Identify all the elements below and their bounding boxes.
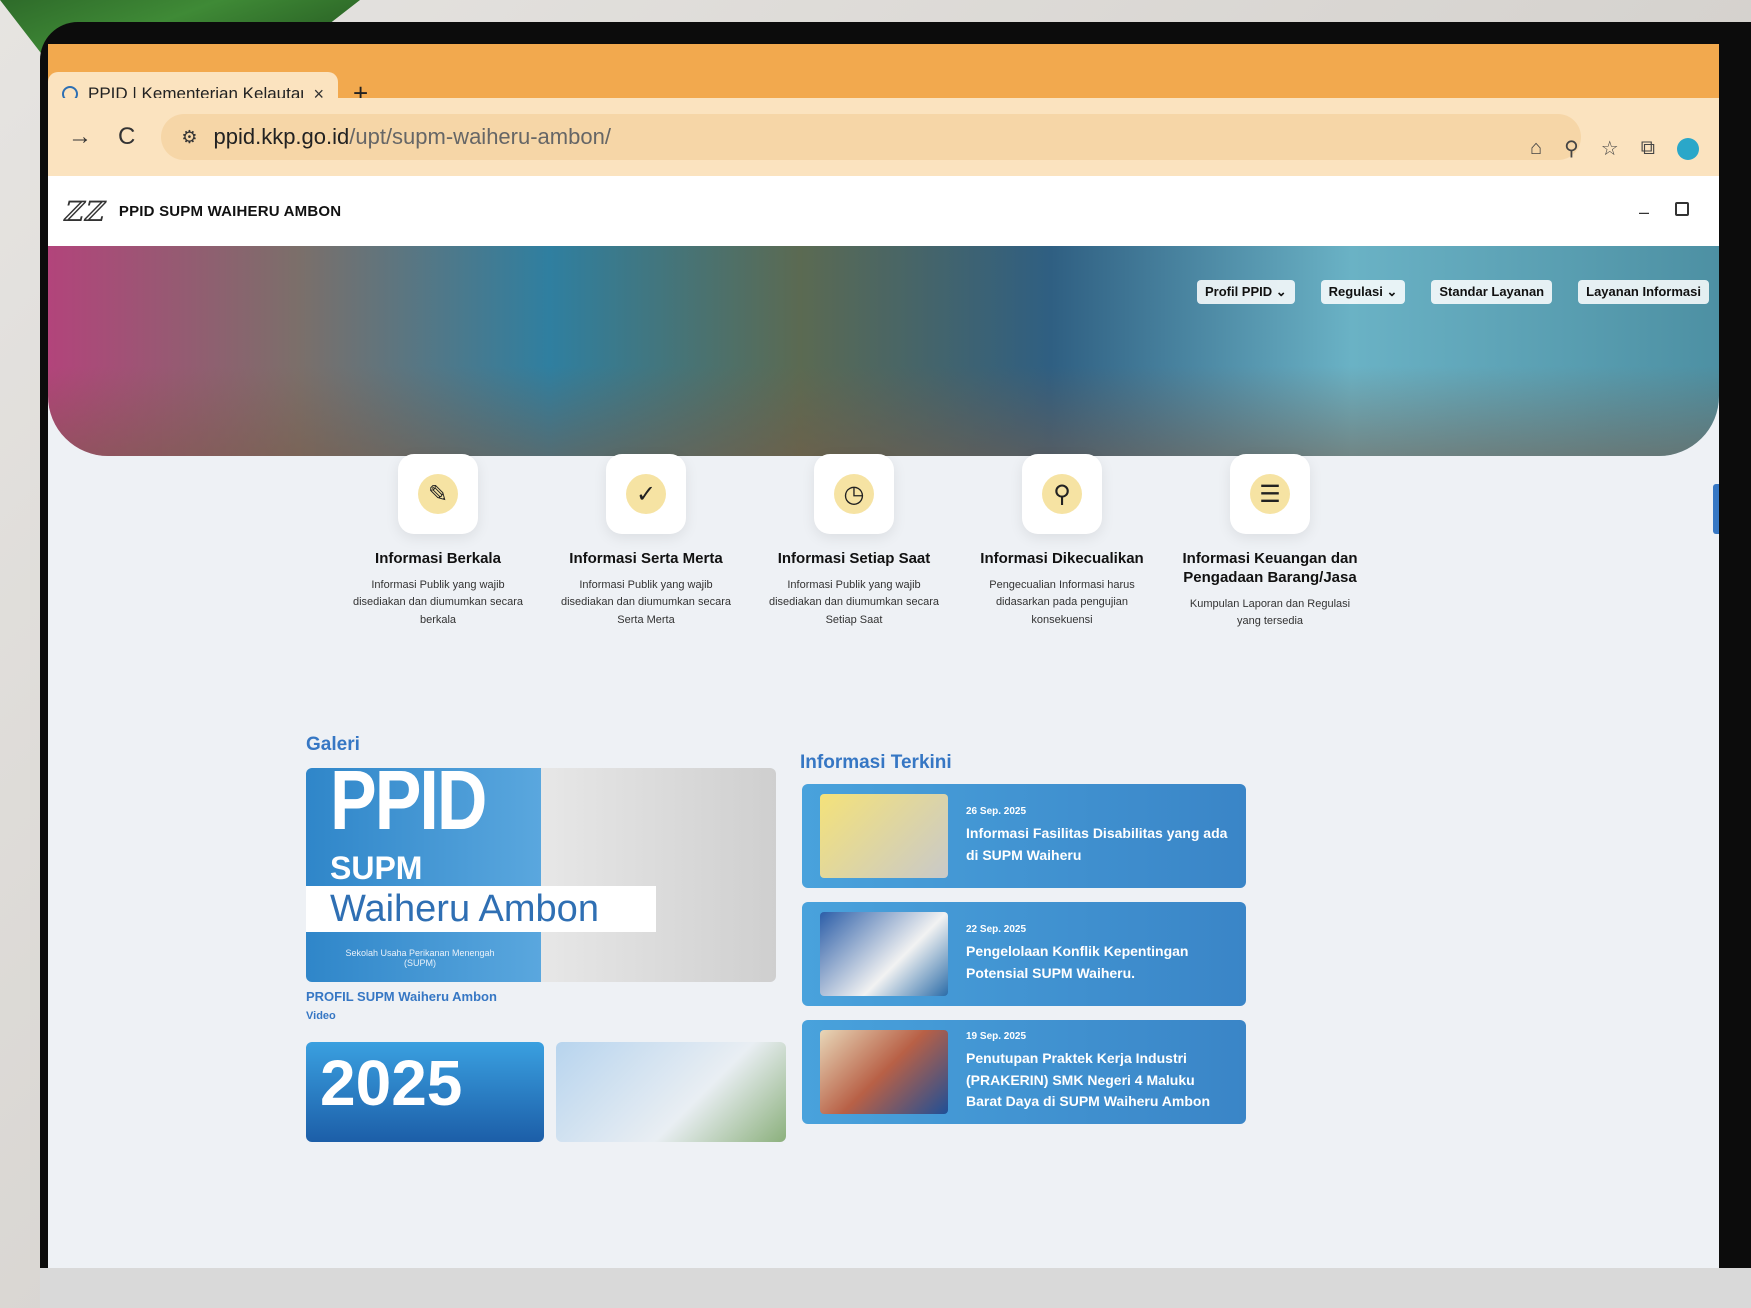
category-desc: Informasi Publik yang wajib disediakan d…: [561, 578, 731, 626]
document-check-icon: ✓: [606, 454, 686, 534]
hero-banner: [48, 246, 1719, 456]
category-desc: Informasi Publik yang wajib disediakan d…: [353, 578, 523, 626]
category-berkala[interactable]: ✎ Informasi Berkala Informasi Publik yan…: [348, 454, 528, 631]
news-date: 26 Sep. 2025: [966, 805, 1027, 817]
main-nav: Profil PPID ⌄ Regulasi ⌄ Standar Layanan…: [1196, 280, 1709, 304]
document-list-icon: ✎: [398, 454, 478, 534]
category-desc: Informasi Publik yang wajib disediakan d…: [769, 578, 939, 626]
gallery-thumb-2025[interactable]: 2025: [306, 1042, 544, 1142]
browser-toolbar: → C ⚙ ppid.kkp.go.id/upt/supm-waiheru-am…: [48, 98, 1719, 176]
maximize-button[interactable]: [1675, 202, 1689, 216]
nav-regulasi[interactable]: Regulasi ⌄: [1320, 280, 1406, 304]
news-card[interactable]: 22 Sep. 2025 Pengelolaan Konflik Kepenti…: [802, 902, 1246, 1006]
tab-bar: PPID | Kementerian Kelautan d × +: [48, 44, 1719, 116]
document-clock-icon: ◷: [814, 454, 894, 534]
extensions-icon[interactable]: ⧉: [1641, 137, 1655, 160]
category-title: Informasi Serta Merta: [569, 550, 723, 567]
category-setiap-saat[interactable]: ◷ Informasi Setiap Saat Informasi Publik…: [764, 454, 944, 631]
banner-subtitle: Sekolah Usaha Perikanan Menengah (SUPM): [345, 948, 495, 968]
news-thumbnail: [820, 912, 948, 996]
document-megaphone-icon: ☰: [1230, 454, 1310, 534]
side-tab[interactable]: [1713, 484, 1719, 534]
site-header: ℤℤ PPID SUPM WAIHERU AMBON: [48, 176, 1719, 246]
banner-text-supm: SUPM: [330, 850, 423, 886]
translate-icon[interactable]: ⌂: [1530, 137, 1542, 160]
category-serta-merta[interactable]: ✓ Informasi Serta Merta Informasi Publik…: [556, 454, 736, 631]
category-desc: Pengecualian Informasi harus didasarkan …: [989, 578, 1135, 626]
banner-text-waiheru: Waiheru Ambon: [330, 888, 599, 930]
document-search-icon: ⚲: [1022, 454, 1102, 534]
zoom-icon[interactable]: ⚲: [1564, 136, 1579, 161]
category-title: Informasi Berkala: [375, 550, 501, 567]
url-path: /upt/supm-waiheru-ambon/: [349, 124, 611, 149]
news-date: 22 Sep. 2025: [966, 923, 1027, 935]
category-title: Informasi Keuangan dan Pengadaan Barang/…: [1182, 550, 1358, 586]
site-logo[interactable]: ℤℤ: [62, 195, 103, 228]
news-thumbnail: [820, 1030, 948, 1114]
news-card[interactable]: 26 Sep. 2025 Informasi Fasilitas Disabil…: [802, 784, 1246, 888]
news-headline[interactable]: Informasi Fasilitas Disabilitas yang ada…: [966, 823, 1228, 866]
thumb-year-text: 2025: [320, 1047, 463, 1119]
bookmark-star-icon[interactable]: ☆: [1601, 136, 1619, 161]
profile-avatar[interactable]: [1677, 137, 1699, 160]
category-title: Informasi Dikecualikan: [980, 550, 1144, 567]
address-bar[interactable]: ⚙ ppid.kkp.go.id/upt/supm-waiheru-ambon/: [161, 114, 1582, 160]
info-categories: ✎ Informasi Berkala Informasi Publik yan…: [348, 454, 1360, 631]
news-date: 19 Sep. 2025: [966, 1030, 1027, 1042]
monitor-chin: [40, 1268, 1751, 1308]
site-settings-icon[interactable]: ⚙: [181, 127, 197, 148]
news-headline[interactable]: Penutupan Praktek Kerja Industri (PRAKER…: [966, 1048, 1228, 1113]
gallery-featured-video[interactable]: PPID SUPM Waiheru Ambon Sekolah Usaha Pe…: [306, 768, 776, 982]
nav-profil-ppid[interactable]: Profil PPID ⌄: [1196, 280, 1295, 304]
nav-layanan-informasi[interactable]: Layanan Informasi: [1578, 280, 1709, 304]
gallery-title: Galeri: [306, 734, 360, 755]
forward-button[interactable]: →: [68, 123, 92, 151]
minimize-button[interactable]: –: [1639, 202, 1649, 223]
banner-text-ppid: PPID: [330, 768, 487, 847]
news-title: Informasi Terkini: [800, 752, 952, 773]
news-list: 26 Sep. 2025 Informasi Fasilitas Disabil…: [802, 784, 1246, 1124]
category-dikecualikan[interactable]: ⚲ Informasi Dikecualikan Pengecualian In…: [972, 454, 1152, 631]
gallery-type-label: Video: [306, 1010, 336, 1022]
url-host: ppid.kkp.go.id: [213, 124, 350, 149]
news-card[interactable]: 19 Sep. 2025 Penutupan Praktek Kerja Ind…: [802, 1020, 1246, 1124]
nav-standar-layanan[interactable]: Standar Layanan: [1431, 280, 1553, 304]
site-name[interactable]: PPID SUPM WAIHERU AMBON: [119, 203, 341, 220]
news-thumbnail: [820, 794, 948, 878]
category-desc: Kumpulan Laporan dan Regulasi yang terse…: [1189, 597, 1351, 628]
gallery-caption[interactable]: PROFIL SUPM Waiheru Ambon: [306, 989, 497, 1004]
reload-button[interactable]: C: [118, 123, 135, 151]
browser-screen: PPID | Kementerian Kelautan d × + → C ⚙ …: [48, 44, 1719, 1268]
gallery-thumb-building[interactable]: [556, 1042, 786, 1142]
browser-actions: ⌂ ⚲ ☆ ⧉: [1530, 136, 1699, 161]
category-title: Informasi Setiap Saat: [777, 550, 931, 567]
news-headline[interactable]: Pengelolaan Konflik Kepentingan Potensia…: [966, 941, 1228, 984]
category-keuangan[interactable]: ☰ Informasi Keuangan dan Pengadaan Baran…: [1180, 454, 1360, 631]
